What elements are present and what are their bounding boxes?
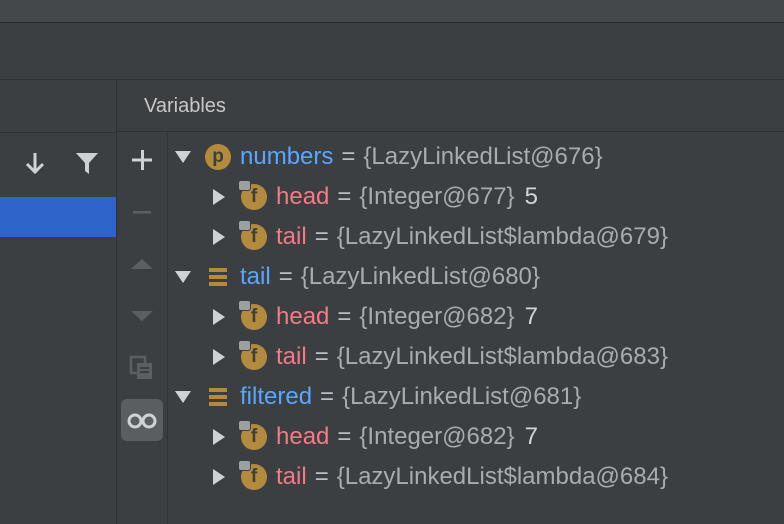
expand-toggle-icon[interactable] xyxy=(168,377,198,417)
field-icon: f xyxy=(238,460,268,491)
tree-row[interactable]: p numbers = {LazyLinkedList@676} xyxy=(168,137,603,177)
field-inline-value: 7 xyxy=(524,423,538,450)
field-icon: f xyxy=(238,180,268,211)
variable-value: {LazyLinkedList@681} xyxy=(342,383,582,410)
field-icon: f xyxy=(238,340,268,371)
filter-icon[interactable] xyxy=(70,143,104,183)
collapse-toggle-icon[interactable] xyxy=(204,417,234,457)
field-name: head xyxy=(276,423,330,450)
lock-badge-icon xyxy=(238,340,251,351)
frames-panel xyxy=(0,80,117,524)
lock-badge-icon xyxy=(238,420,251,431)
show-watches-glasses-icon[interactable] xyxy=(121,399,163,441)
field-value: {LazyLinkedList$lambda@684} xyxy=(336,463,668,490)
selected-frame-row[interactable] xyxy=(0,197,116,237)
lock-badge-icon xyxy=(238,460,251,471)
tree-row[interactable]: filtered = {LazyLinkedList@681} xyxy=(168,377,581,417)
variables-toolbar xyxy=(117,133,168,524)
equals-sign: = xyxy=(314,343,329,370)
copy-icon[interactable] xyxy=(121,347,163,389)
tree-row[interactable]: f tail = {LazyLinkedList$lambda@679} xyxy=(204,217,668,257)
frames-toolbar xyxy=(0,133,116,195)
field-name: tail xyxy=(276,223,307,250)
field-icon: f xyxy=(238,420,268,451)
equals-sign: = xyxy=(337,183,352,210)
lock-badge-icon xyxy=(238,300,251,311)
variables-panel: Variables p numbers = {LazyLinkedList@67… xyxy=(117,80,784,524)
add-watch-icon[interactable] xyxy=(121,139,163,181)
local-variable-icon xyxy=(204,383,232,411)
equals-sign: = xyxy=(320,383,335,410)
field-value: {LazyLinkedList$lambda@683} xyxy=(336,343,668,370)
parameter-icon: p xyxy=(204,143,232,171)
tree-row[interactable]: f tail = {LazyLinkedList$lambda@683} xyxy=(204,337,668,377)
lock-badge-icon xyxy=(238,180,251,191)
field-value: {Integer@682} xyxy=(359,423,515,450)
tree-row[interactable]: f head = {Integer@677} 5 xyxy=(204,177,538,217)
field-value: {LazyLinkedList$lambda@679} xyxy=(336,223,668,250)
variable-name: numbers xyxy=(240,143,334,170)
field-inline-value: 5 xyxy=(524,183,538,210)
field-name: head xyxy=(276,303,330,330)
tree-row[interactable]: f head = {Integer@682} 7 xyxy=(204,417,538,457)
collapse-toggle-icon[interactable] xyxy=(204,297,234,337)
equals-sign: = xyxy=(341,143,356,170)
local-variable-icon xyxy=(204,263,232,291)
field-value: {Integer@677} xyxy=(359,183,515,210)
collapse-toggle-icon[interactable] xyxy=(204,217,234,257)
variable-name: filtered xyxy=(240,383,313,410)
tree-row[interactable]: f tail = {LazyLinkedList$lambda@684} xyxy=(204,457,668,497)
equals-sign: = xyxy=(337,423,352,450)
lock-badge-icon xyxy=(238,220,251,231)
collapse-toggle-icon[interactable] xyxy=(204,457,234,497)
collapse-toggle-icon[interactable] xyxy=(204,177,234,217)
move-down-icon[interactable] xyxy=(121,295,163,337)
equals-sign: = xyxy=(337,303,352,330)
variable-name: tail xyxy=(240,263,271,290)
expand-toggle-icon[interactable] xyxy=(168,137,198,177)
field-name: head xyxy=(276,183,330,210)
variables-panel-title: Variables xyxy=(117,80,784,132)
equals-sign: = xyxy=(314,223,329,250)
variable-value: {LazyLinkedList@680} xyxy=(300,263,540,290)
field-icon: f xyxy=(238,220,268,251)
expand-toggle-icon[interactable] xyxy=(168,257,198,297)
tree-row[interactable]: f head = {Integer@682} 7 xyxy=(204,297,538,337)
upper-panel-area xyxy=(0,23,784,80)
field-inline-value: 7 xyxy=(524,303,538,330)
variables-tree: p numbers = {LazyLinkedList@676} f head … xyxy=(168,133,784,524)
tree-row[interactable]: tail = {LazyLinkedList@680} xyxy=(168,257,540,297)
top-toolbar-strip xyxy=(0,0,784,23)
collapse-toggle-icon[interactable] xyxy=(204,337,234,377)
variable-value: {LazyLinkedList@676} xyxy=(363,143,603,170)
equals-sign: = xyxy=(278,263,293,290)
equals-sign: = xyxy=(314,463,329,490)
remove-watch-icon[interactable] xyxy=(121,191,163,233)
field-icon: f xyxy=(238,300,268,331)
field-name: tail xyxy=(276,463,307,490)
move-up-icon[interactable] xyxy=(121,243,163,285)
frames-panel-header xyxy=(0,80,116,133)
field-name: tail xyxy=(276,343,307,370)
step-into-icon[interactable] xyxy=(18,143,52,183)
field-value: {Integer@682} xyxy=(359,303,515,330)
